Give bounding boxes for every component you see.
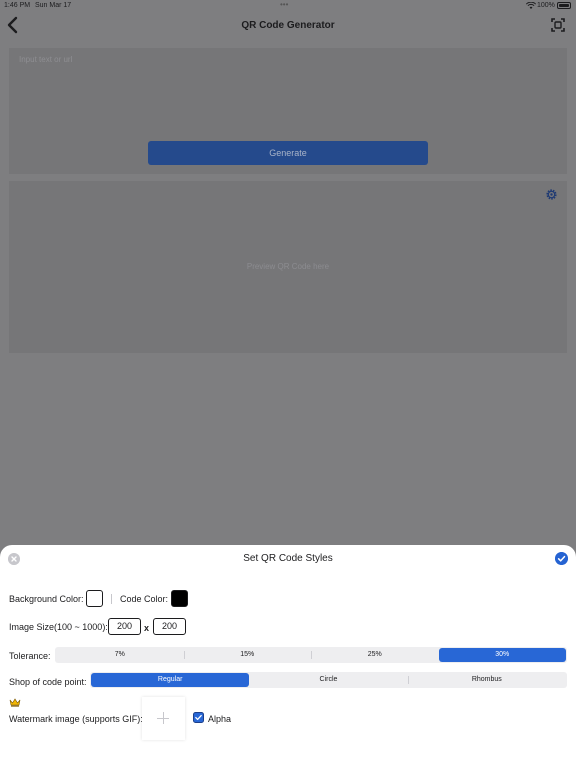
preview-placeholder: Preview QR Code here [246,262,330,271]
generate-button[interactable]: Generate [148,141,428,165]
multitasking-dots[interactable]: ••• [280,0,288,9]
divider [111,594,112,604]
sheet-title: Set QR Code Styles [243,553,333,564]
shape-option-circle[interactable]: Circle [249,673,407,687]
tolerance-option-15[interactable]: 15% [183,648,312,662]
image-size-label: Image Size(100 ~ 1000): [9,622,108,632]
tolerance-option-7[interactable]: 7% [56,648,184,662]
crown-icon [9,698,21,707]
status-bar: 1:46 PM Sun Mar 17 ••• 100% [0,0,576,12]
times-sign: x [144,623,150,633]
wifi-icon [526,2,536,9]
alpha-checkbox[interactable] [193,712,204,723]
shape-option-rhombus[interactable]: Rhombus [407,673,566,687]
qr-preview: Preview QR Code here [9,181,567,353]
text-input-placeholder: Input text or url [19,55,73,64]
watermark-image-picker[interactable] [142,697,185,740]
code-color-label: Code Color: [120,594,169,604]
battery-icon [557,2,571,9]
tolerance-option-25[interactable]: 25% [311,648,439,662]
alpha-label: Alpha [208,714,232,724]
code-color-swatch[interactable] [171,590,188,607]
tolerance-segmented-control: 7% 15% 25% 30% [55,647,567,663]
shape-segmented-control: Regular Circle Rhombus [90,672,567,688]
status-date: Sun Mar 17 [35,2,72,9]
page-title: QR Code Generator [241,20,335,31]
watermark-label: Watermark image (supports GIF): [9,714,143,724]
checkmark-icon[interactable] [555,552,568,565]
background-color-label: Background Color: [9,594,84,604]
background-color-swatch[interactable] [86,590,103,607]
tolerance-label: Tolerance: [9,651,51,661]
width-input[interactable]: 200 [108,618,141,635]
shape-label: Shop of code point: [9,677,87,687]
gear-icon[interactable] [545,188,558,201]
scan-icon[interactable] [551,18,565,32]
tolerance-option-30[interactable]: 30% [438,648,566,662]
battery-percent: 100% [537,2,555,9]
plus-icon-vertical [163,712,164,724]
shape-option-regular[interactable]: Regular [91,673,250,687]
status-time: 1:46 PM [4,2,31,9]
height-input[interactable]: 200 [153,618,186,635]
nav-bar: QR Code Generator [0,12,576,40]
